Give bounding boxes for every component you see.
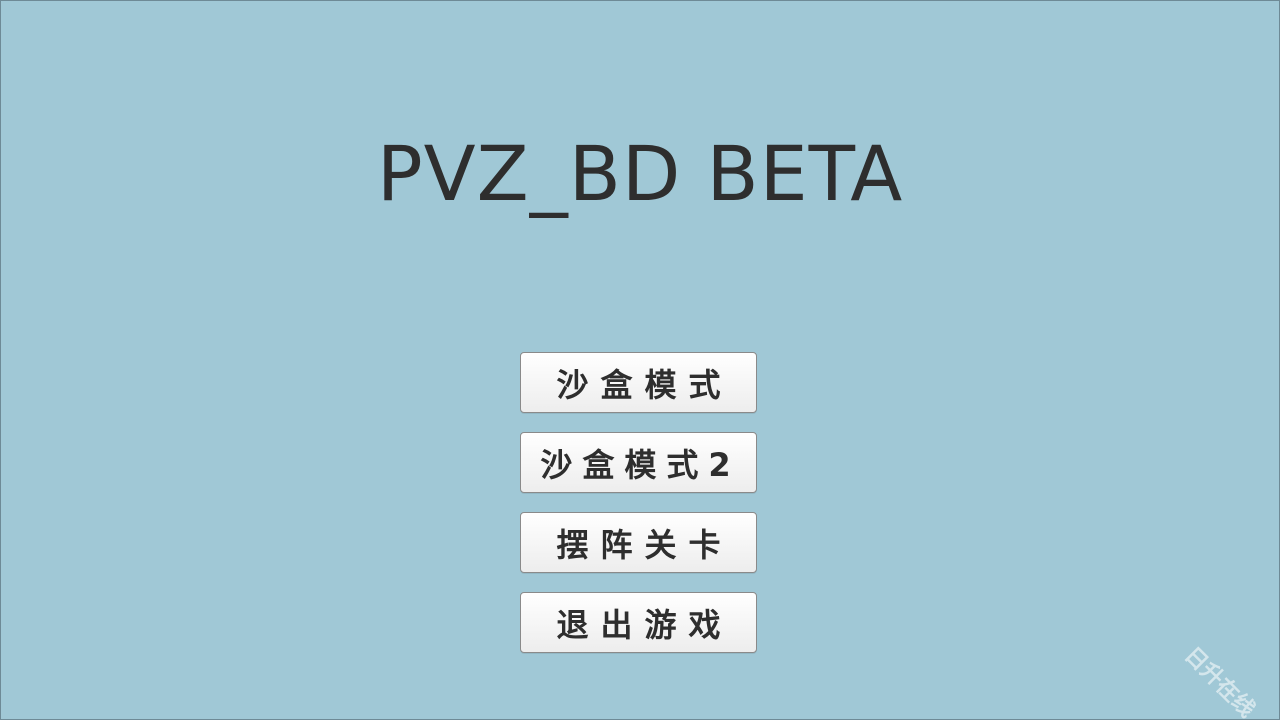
sandbox-mode-2-button[interactable]: 沙盒模式2 — [520, 432, 757, 493]
game-title: PVZ_BD BETA — [376, 129, 904, 218]
game-main-menu-screen: PVZ_BD BETA 沙盒模式 沙盒模式2 摆阵关卡 退出游戏 日升在线 — [0, 0, 1280, 720]
sandbox-mode-button[interactable]: 沙盒模式 — [520, 352, 757, 413]
main-menu: 沙盒模式 沙盒模式2 摆阵关卡 退出游戏 — [520, 352, 758, 672]
watermark-logo: 日升在线 — [1179, 642, 1260, 720]
formation-level-button[interactable]: 摆阵关卡 — [520, 512, 757, 573]
quit-game-button[interactable]: 退出游戏 — [520, 592, 757, 653]
